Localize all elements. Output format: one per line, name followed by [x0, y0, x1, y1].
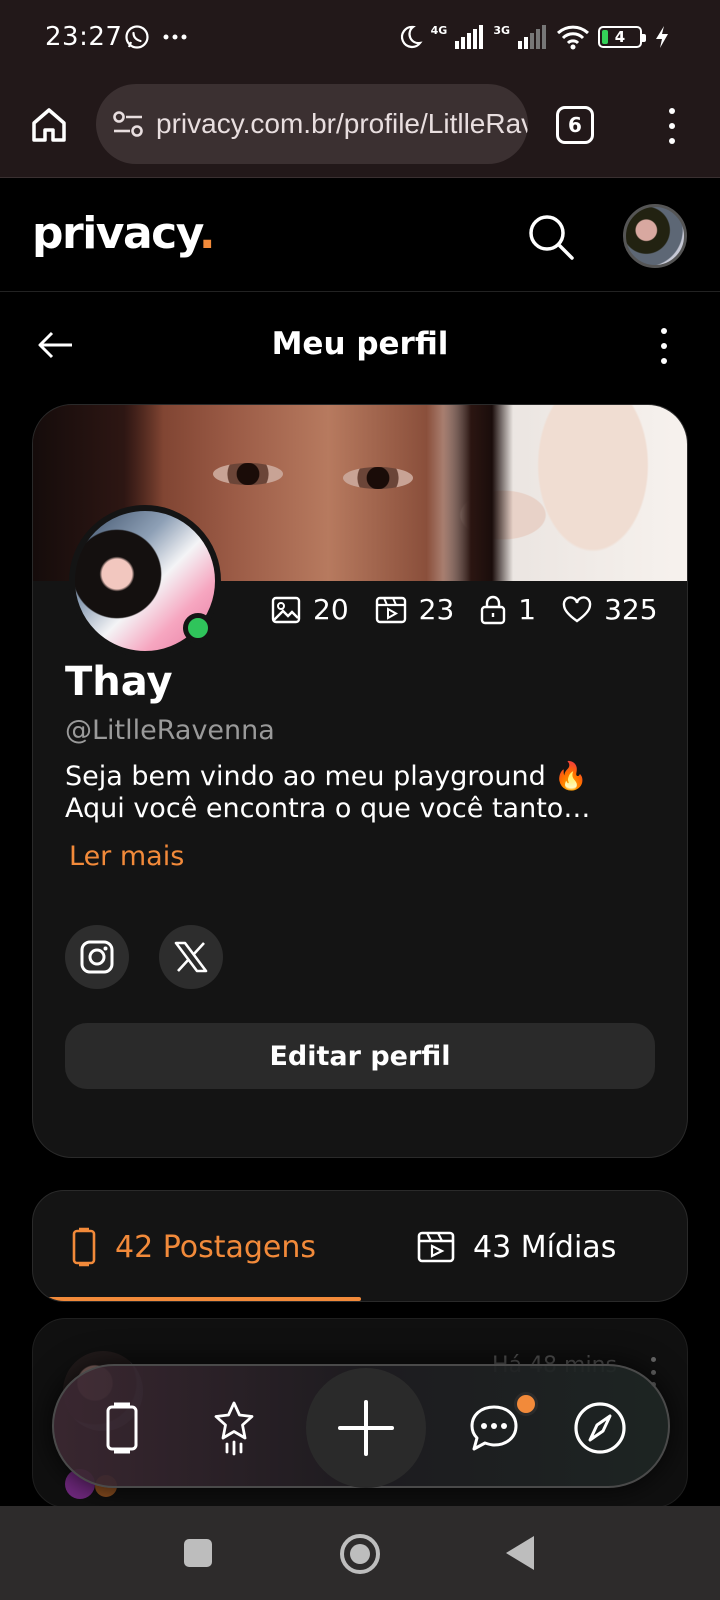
- battery-fill: [602, 30, 608, 44]
- tab-posts[interactable]: 42 Postagens: [33, 1191, 361, 1301]
- stat-photos-value: 20: [313, 593, 349, 626]
- signal-icon: [518, 25, 546, 49]
- profile-stats: 20 23 1 325: [271, 593, 658, 626]
- new-post-button[interactable]: [306, 1368, 426, 1488]
- stat-videos: 23: [375, 593, 455, 626]
- profile-card: 20 23 1 325 Thay @LitlleRavenna Seja bem…: [32, 404, 688, 1158]
- phone-icon: [72, 1227, 96, 1267]
- content-tabs: 42 Postagens 43 Mídias: [32, 1190, 688, 1302]
- unread-messages-badge: [514, 1392, 538, 1416]
- stat-videos-value: 23: [418, 593, 455, 626]
- compass-icon: [574, 1402, 626, 1454]
- browser-home-button[interactable]: [26, 102, 72, 148]
- nav-favorites-button[interactable]: [202, 1396, 266, 1460]
- signal-icon: [455, 25, 484, 49]
- active-tab-indicator: [33, 1297, 361, 1301]
- video-clapper-icon: [417, 1231, 455, 1263]
- profile-options-button[interactable]: [656, 328, 672, 364]
- profile-bio: Seja bem vindo ao meu playground 🔥 Aqui …: [65, 761, 591, 824]
- tune-icon: [113, 111, 143, 137]
- online-status-indicator: [183, 613, 213, 643]
- privacy-logo[interactable]: privacy.: [32, 208, 216, 259]
- image-icon: [271, 596, 301, 623]
- search-button[interactable]: [526, 212, 576, 262]
- tab-switcher-button[interactable]: 6: [556, 106, 594, 144]
- tab-posts-label: 42 Postagens: [115, 1229, 317, 1265]
- system-back-button[interactable]: [506, 1536, 534, 1570]
- bottom-navigation: [52, 1364, 670, 1488]
- stat-likes-value: 325: [604, 593, 658, 626]
- chat-bubble-icon: [470, 1405, 518, 1451]
- nav-feed-button[interactable]: [90, 1396, 154, 1460]
- tab-media[interactable]: 43 Mídias: [361, 1191, 687, 1301]
- edit-profile-button[interactable]: Editar perfil: [65, 1023, 655, 1089]
- charging-bolt-icon: [656, 26, 668, 48]
- more-notifications-icon: [163, 34, 187, 40]
- status-time: 23:27: [45, 22, 123, 52]
- lock-icon: [481, 595, 506, 624]
- status-right: 4G 3G 4: [397, 24, 670, 50]
- url-text: privacy.com.br/profile/LitlleRavenna: [156, 108, 528, 139]
- x-twitter-button[interactable]: [159, 925, 223, 989]
- instagram-button[interactable]: [65, 925, 129, 989]
- user-avatar[interactable]: [623, 204, 687, 268]
- read-more-link[interactable]: Ler mais: [69, 841, 184, 872]
- heart-icon: [562, 595, 592, 622]
- stat-likes: 325: [562, 593, 658, 626]
- address-bar[interactable]: privacy.com.br/profile/LitlleRavenna: [96, 84, 528, 164]
- star-icon: [214, 1401, 254, 1456]
- video-clapper-icon: [375, 596, 406, 623]
- stat-locked-value: 1: [518, 593, 537, 626]
- phone-icon: [106, 1402, 138, 1454]
- profile-name: Thay: [65, 659, 173, 705]
- battery-level: 4: [614, 28, 626, 46]
- browser-toolbar: privacy.com.br/profile/LitlleRavenna 6: [0, 78, 720, 178]
- profile-handle: @LitlleRavenna: [65, 715, 275, 746]
- page-title-row: Meu perfil: [0, 296, 720, 400]
- stat-locked: 1: [480, 593, 536, 626]
- do-not-disturb-moon-icon: [400, 25, 423, 48]
- status-bar: 23:27 4G 3G 4: [0, 0, 720, 78]
- whatsapp-icon: [125, 25, 149, 49]
- plus-icon: [338, 1400, 394, 1456]
- app-header: privacy.: [0, 180, 720, 292]
- network-4g-label: 4G: [430, 24, 448, 37]
- stat-photos: 20: [271, 593, 349, 626]
- nav-explore-button[interactable]: [568, 1396, 632, 1460]
- search-icon: [529, 215, 574, 260]
- site-settings-button[interactable]: [112, 107, 144, 141]
- network-3g-label: 3G: [493, 24, 510, 37]
- logo-text: privacy: [32, 208, 200, 259]
- page-title: Meu perfil: [271, 326, 449, 362]
- logo-dot: .: [198, 208, 216, 259]
- browser-menu-button[interactable]: [662, 106, 682, 146]
- home-icon: [32, 108, 66, 142]
- recent-apps-button[interactable]: [184, 1539, 212, 1567]
- battery-icon: 4: [598, 26, 646, 48]
- system-navigation-bar: [0, 1506, 720, 1600]
- status-left-icons: [124, 24, 188, 50]
- instagram-icon: [80, 940, 114, 974]
- system-home-button[interactable]: [340, 1534, 380, 1574]
- tab-media-label: 43 Mídias: [473, 1229, 617, 1265]
- x-logo-icon: [174, 941, 208, 973]
- wifi-icon: [556, 25, 590, 50]
